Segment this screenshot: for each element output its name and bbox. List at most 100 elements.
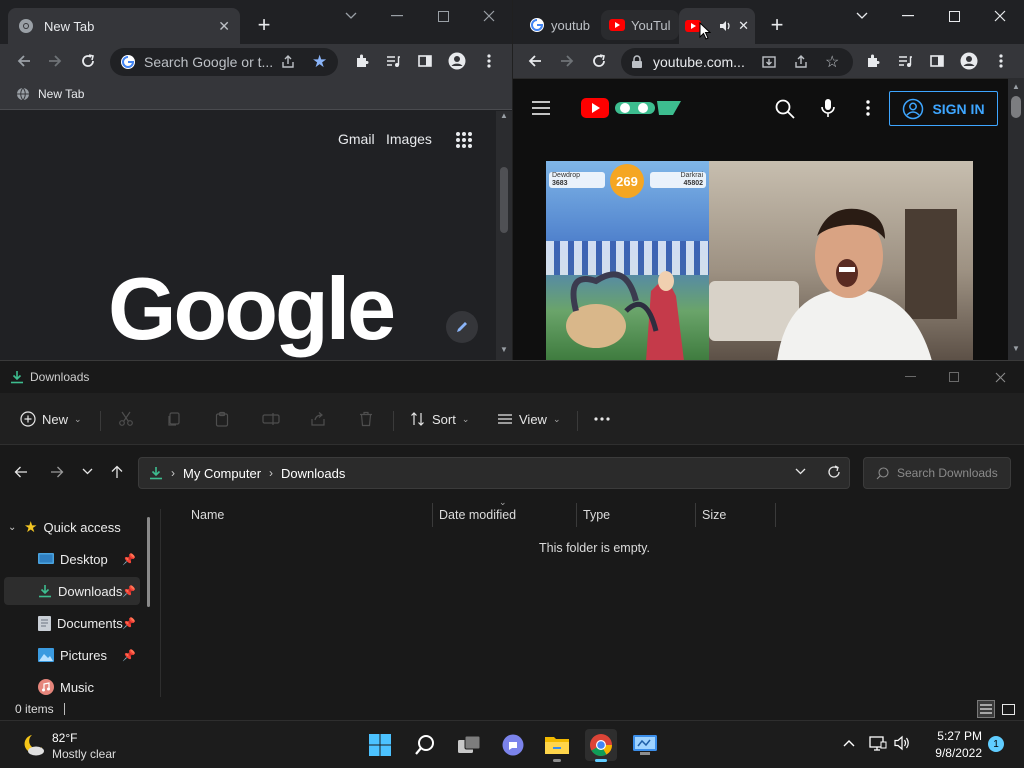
view-button[interactable]: View ⌄ bbox=[497, 405, 561, 433]
close-tab-icon[interactable]: ✕ bbox=[738, 18, 749, 34]
show-hidden-icons-chevron-icon[interactable] bbox=[843, 739, 855, 747]
scroll-thumb[interactable] bbox=[1011, 96, 1021, 118]
forward-arrow-icon[interactable] bbox=[43, 49, 67, 73]
images-link[interactable]: Images bbox=[386, 131, 432, 147]
cut-icon[interactable] bbox=[118, 405, 134, 433]
close-window-icon[interactable] bbox=[977, 0, 1023, 32]
minimize-icon[interactable] bbox=[374, 0, 420, 32]
sidebar-item-quick-access[interactable]: ⌄ ★ Quick access bbox=[8, 513, 144, 541]
network-icon[interactable] bbox=[869, 735, 887, 751]
back-arrow-icon[interactable] bbox=[12, 49, 36, 73]
back-arrow-icon[interactable] bbox=[14, 465, 28, 479]
minimize-icon[interactable] bbox=[887, 361, 933, 393]
minimize-icon[interactable] bbox=[885, 0, 931, 32]
extensions-icon[interactable] bbox=[861, 49, 885, 73]
new-tab-button[interactable]: + bbox=[252, 14, 276, 38]
youtube-logo[interactable] bbox=[581, 97, 687, 119]
sign-in-button[interactable]: SIGN IN bbox=[889, 91, 998, 126]
more-options-icon[interactable] bbox=[866, 100, 870, 116]
tab-youtube-1[interactable]: youtub bbox=[521, 10, 599, 40]
microphone-icon[interactable] bbox=[821, 98, 835, 118]
side-panel-icon[interactable] bbox=[925, 49, 949, 73]
control-panel-taskbar-button[interactable] bbox=[629, 729, 661, 761]
maximize-icon[interactable] bbox=[931, 361, 977, 393]
tab-youtube-2[interactable]: YouTul bbox=[601, 10, 679, 40]
maximize-icon[interactable] bbox=[931, 0, 977, 32]
address-bar[interactable]: › My Computer › Downloads bbox=[138, 457, 850, 489]
notification-badge[interactable]: 1 bbox=[988, 736, 1004, 752]
search-icon[interactable] bbox=[775, 99, 795, 119]
column-type[interactable]: Type bbox=[577, 503, 696, 527]
close-window-icon[interactable] bbox=[466, 0, 512, 32]
forward-arrow-icon[interactable] bbox=[50, 465, 64, 479]
share-icon[interactable] bbox=[310, 405, 326, 433]
sidebar-item-desktop[interactable]: Desktop 📌 bbox=[4, 545, 140, 573]
sidebar-scrollbar[interactable] bbox=[147, 517, 150, 607]
forward-arrow-icon[interactable] bbox=[555, 49, 579, 73]
right-scrollbar[interactable]: ▲ ▼ bbox=[1008, 78, 1024, 360]
lock-icon[interactable] bbox=[631, 55, 643, 69]
sidebar-item-documents[interactable]: Documents 📌 bbox=[4, 609, 140, 637]
reload-icon[interactable] bbox=[76, 49, 100, 73]
media-control-icon[interactable] bbox=[893, 49, 917, 73]
new-tab-button[interactable]: + bbox=[765, 14, 789, 38]
hamburger-menu-icon[interactable] bbox=[532, 101, 550, 115]
close-tab-icon[interactable]: ✕ bbox=[218, 18, 230, 35]
up-arrow-icon[interactable] bbox=[110, 465, 124, 479]
media-control-icon[interactable] bbox=[381, 49, 405, 73]
speaker-icon[interactable] bbox=[718, 19, 732, 33]
rename-icon[interactable] bbox=[262, 405, 280, 433]
tab-new-tab[interactable]: New Tab ✕ bbox=[8, 8, 240, 44]
task-view-button[interactable] bbox=[453, 729, 485, 761]
breadcrumb-downloads[interactable]: Downloads bbox=[281, 466, 345, 481]
address-dropdown-icon[interactable] bbox=[795, 468, 806, 475]
chrome-taskbar-button[interactable] bbox=[585, 729, 617, 762]
bookmark-star-icon[interactable]: ★ bbox=[312, 52, 327, 72]
clock[interactable]: 5:27 PM 9/8/2022 bbox=[918, 727, 982, 763]
start-button[interactable] bbox=[364, 729, 396, 761]
search-downloads-input[interactable]: Search Downloads bbox=[863, 457, 1011, 489]
see-more-icon[interactable] bbox=[594, 405, 610, 433]
paste-icon[interactable] bbox=[214, 405, 230, 433]
video-player[interactable]: 269 Dewdrop 3683 Darkrai 45802 bbox=[546, 161, 973, 360]
bookmark-star-icon[interactable]: ☆ bbox=[825, 52, 839, 72]
close-window-icon[interactable] bbox=[977, 361, 1023, 393]
reload-icon[interactable] bbox=[587, 49, 611, 73]
kebab-menu-icon[interactable] bbox=[477, 49, 501, 73]
details-view-icon[interactable] bbox=[977, 700, 995, 718]
breadcrumb-my-computer[interactable]: My Computer bbox=[183, 466, 261, 481]
share-icon[interactable] bbox=[280, 54, 296, 70]
sidebar-item-pictures[interactable]: Pictures 📌 bbox=[4, 641, 140, 669]
omnibox[interactable]: youtube.com... ☆ bbox=[621, 48, 853, 76]
customize-pencil-icon[interactable] bbox=[446, 311, 478, 343]
sort-button[interactable]: Sort ⌄ bbox=[410, 405, 469, 433]
omnibox[interactable]: Search Google or t... ★ bbox=[110, 48, 338, 76]
column-size[interactable]: Size bbox=[696, 503, 776, 527]
file-explorer-taskbar-button[interactable] bbox=[541, 729, 573, 762]
back-arrow-icon[interactable] bbox=[523, 49, 547, 73]
volume-icon[interactable] bbox=[893, 735, 911, 751]
teams-chat-button[interactable] bbox=[497, 729, 529, 761]
new-button[interactable]: New ⌄ bbox=[20, 405, 82, 433]
apps-grid-icon[interactable] bbox=[455, 131, 473, 149]
extensions-icon[interactable] bbox=[350, 49, 374, 73]
tab-search-icon[interactable] bbox=[328, 0, 374, 32]
share-icon[interactable] bbox=[793, 54, 809, 70]
chevron-down-icon[interactable]: ⌄ bbox=[8, 522, 18, 533]
kebab-menu-icon[interactable] bbox=[989, 49, 1013, 73]
bookmark-new-tab[interactable]: New Tab bbox=[38, 87, 84, 101]
refresh-icon[interactable] bbox=[827, 465, 841, 479]
taskbar-search-button[interactable] bbox=[409, 729, 441, 761]
tab-youtube-3[interactable]: ✕ bbox=[679, 8, 755, 44]
weather-widget[interactable]: 82°F Mostly clear bbox=[14, 729, 134, 761]
recent-locations-chevron-icon[interactable] bbox=[82, 468, 93, 475]
copy-icon[interactable] bbox=[166, 405, 182, 433]
left-scrollbar[interactable]: ▲ ▼ bbox=[496, 111, 512, 360]
maximize-icon[interactable] bbox=[420, 0, 466, 32]
side-panel-icon[interactable] bbox=[413, 49, 437, 73]
delete-icon[interactable] bbox=[358, 405, 374, 433]
profile-icon[interactable] bbox=[445, 49, 469, 73]
sidebar-item-downloads[interactable]: Downloads 📌 bbox=[4, 577, 140, 605]
column-name[interactable]: Name bbox=[185, 503, 433, 527]
large-icons-view-icon[interactable] bbox=[999, 700, 1017, 718]
